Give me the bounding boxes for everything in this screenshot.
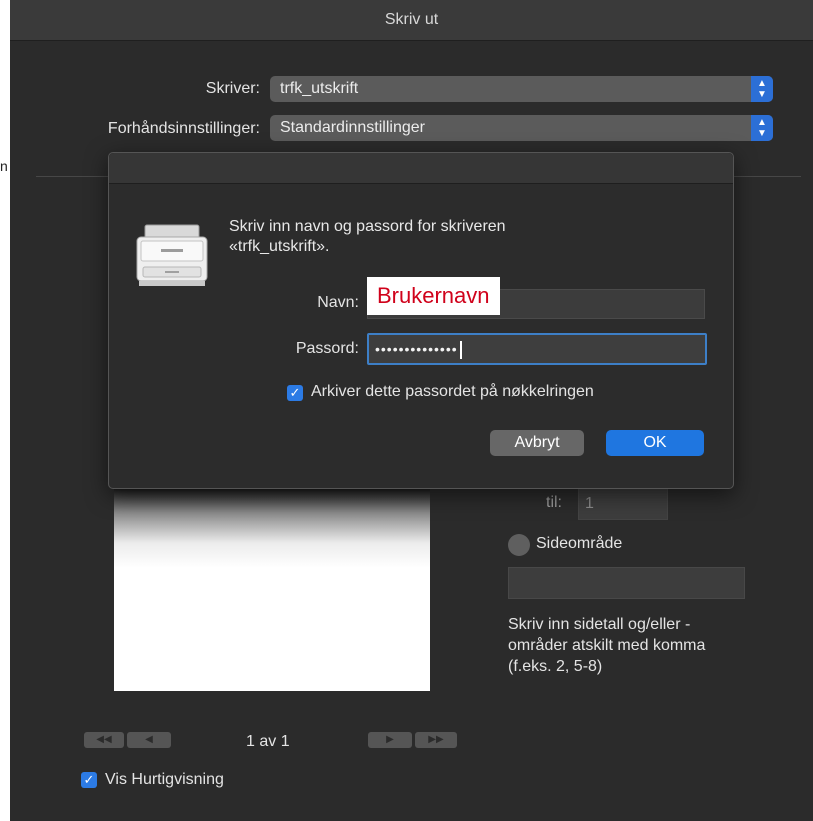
name-label: Navn:: [317, 294, 359, 311]
background-text-fragment: n: [0, 158, 8, 174]
presets-label: Forhåndsinnstillinger:: [107, 120, 260, 137]
popup-arrows-icon: ▲ ▼: [751, 76, 773, 102]
page-range-label: Sideområde: [536, 535, 623, 552]
checkmark-icon: ✓: [83, 772, 95, 787]
right-arrow-icon: ▶: [386, 734, 394, 745]
sheet-titlebar: [109, 153, 733, 184]
page-range-help: Skriv inn sidetall og/eller -områder ats…: [508, 616, 706, 675]
page-range-field[interactable]: [508, 567, 745, 599]
window-title: Skriv ut: [10, 0, 813, 41]
auth-prompt: Skriv inn navn og passord for skriveren …: [229, 217, 506, 257]
quicklook-checkbox[interactable]: ✓: [81, 772, 97, 788]
last-page-button[interactable]: ▶▶: [415, 732, 457, 748]
auth-prompt-line-2: «trfk_utskrift».: [229, 238, 330, 255]
first-page-button[interactable]: ◀◀: [84, 732, 124, 748]
keychain-checkbox[interactable]: ✓: [287, 385, 303, 401]
printer-popup[interactable]: trfk_utskrift ▲ ▼: [270, 76, 773, 102]
page-range-radio[interactable]: [508, 534, 530, 556]
to-page-field[interactable]: 1: [578, 488, 668, 520]
double-right-arrow-icon: ▶▶: [428, 734, 444, 745]
authentication-sheet: Skriv inn navn og passord for skriveren …: [108, 152, 734, 489]
to-label: til:: [546, 494, 562, 511]
cancel-button[interactable]: Avbryt: [490, 430, 584, 456]
quicklook-label: Vis Hurtigvisning: [105, 771, 224, 788]
double-left-arrow-icon: ◀◀: [96, 734, 112, 745]
printer-popup-value: trfk_utskrift: [280, 80, 359, 97]
password-label: Passord:: [295, 340, 359, 357]
auth-prompt-line-1: Skriv inn navn og passord for skriveren: [229, 218, 506, 235]
password-value: ••••••••••••••: [375, 341, 458, 357]
printer-icon: [135, 223, 209, 289]
presets-popup[interactable]: Standardinnstillinger ▲ ▼: [270, 115, 773, 141]
page-count: 1 av 1: [246, 733, 290, 750]
name-redaction-overlay: Brukernavn: [367, 277, 500, 315]
previous-page-button[interactable]: ◀: [127, 732, 171, 748]
ok-button[interactable]: OK: [606, 430, 704, 456]
text-caret: [459, 341, 462, 360]
page-preview: [114, 488, 430, 691]
printer-label: Skriver:: [205, 80, 260, 97]
password-field[interactable]: ••••••••••••••: [367, 333, 707, 365]
checkmark-icon: ✓: [289, 385, 301, 400]
left-arrow-icon: ◀: [145, 734, 153, 745]
presets-popup-value: Standardinnstillinger: [280, 119, 425, 136]
keychain-label: Arkiver dette passordet på nøkkelringen: [311, 383, 594, 400]
next-page-button[interactable]: ▶: [368, 732, 412, 748]
popup-arrows-icon: ▲ ▼: [751, 115, 773, 141]
